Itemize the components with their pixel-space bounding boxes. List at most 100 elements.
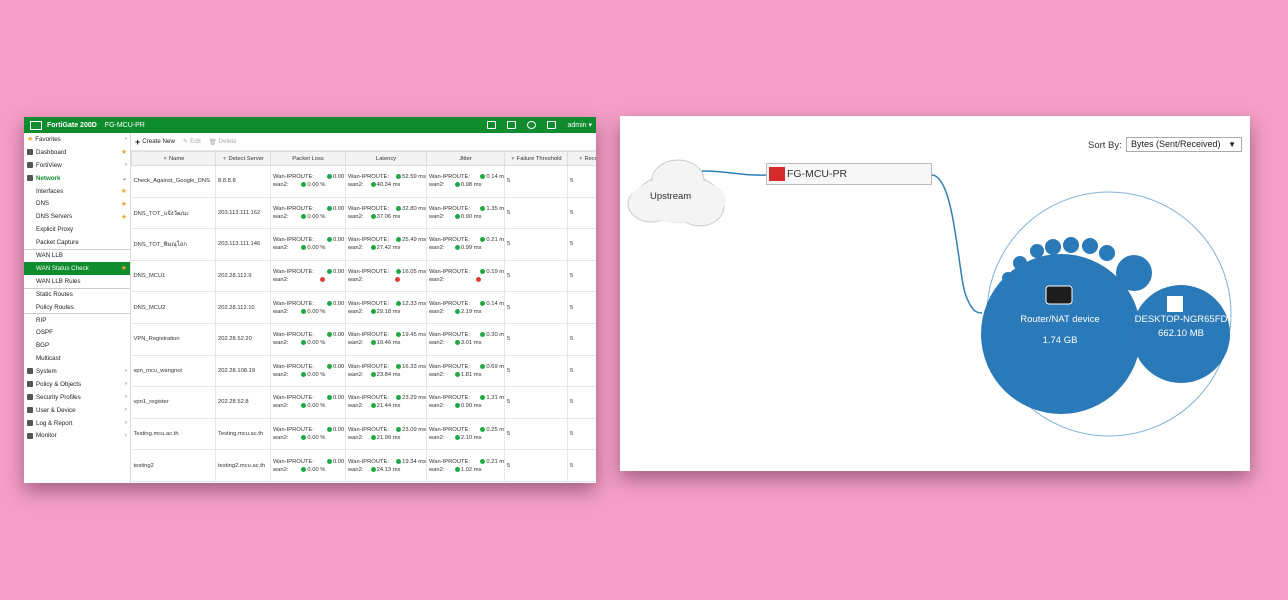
sidebar-item-policy-routes[interactable]: Policy Routes: [24, 301, 130, 314]
create-new-button[interactable]: + Create New: [135, 137, 175, 147]
small-bubble[interactable]: [996, 286, 1004, 294]
table-row[interactable]: VPN_Registration 202.28.52.20 Wan-IPROUTE:…: [131, 323, 596, 356]
cell-loss: Wan-IPROUTE:0.00 %wan2:0.00 %: [270, 165, 346, 198]
sidebar-item-wan-llb-rules[interactable]: WAN LLB Rules: [24, 275, 130, 288]
table-row[interactable]: DNS_TOT_พิษณุโลก 203.113.111.146 Wan-IPROU…: [131, 228, 596, 261]
column-header[interactable]: ▼ Recov: [567, 151, 596, 166]
column-header[interactable]: ▼ Detect Server: [215, 151, 271, 166]
status-up-icon: [326, 458, 332, 464]
metric-text: 3.01 ms: [460, 340, 482, 347]
small-bubble[interactable]: [1030, 244, 1044, 258]
favorite-star-icon[interactable]: ★: [121, 213, 127, 221]
metric-value: 0.21 ms: [470, 458, 504, 466]
cell-failure: 5: [504, 197, 568, 230]
table-row[interactable]: testing2 testing2.mcu.ac.th Wan-IPROUTE: 0.…: [131, 449, 596, 482]
gear-icon: [27, 368, 33, 375]
table-row[interactable]: vpn_mcu_wangnoi 202.28.108.19 Wan-IPROUTE:…: [131, 355, 596, 388]
sidebar-item-static-routes[interactable]: Static Routes: [24, 287, 130, 301]
table-row[interactable]: DNS_TOT_แจ้งวัฒนะ 203.113.111.162 Wan-IPRO…: [131, 197, 596, 230]
metric-value: 0.00 %: [288, 466, 325, 474]
wan-label: wan2:: [273, 371, 289, 378]
sidebar-item-policy-objects[interactable]: Policy & Objects ›: [24, 378, 130, 391]
status-up-icon: [454, 182, 460, 188]
column-header[interactable]: Jitter: [426, 151, 505, 166]
metric-value: 21.44 ms: [363, 402, 400, 410]
column-header[interactable]: ▼ Failure Threshold: [504, 151, 568, 166]
sidebar-item-packet-capture[interactable]: Packet Capture: [24, 236, 130, 249]
table-body: Check_Against_Google_DNS 8.8.8.8 Wan-IPROU…: [131, 165, 596, 482]
cell-loss: Wan-IPROUTE:0.00 %wan2:0.00 %: [270, 418, 346, 451]
table-row[interactable]: Testing.mcu.ac.th Testing.mcu.ac.th Wan-IP…: [131, 418, 596, 451]
metric-text: 25.49 ms: [402, 237, 427, 244]
status-up-icon: [396, 205, 402, 211]
metric-value: 0.00 %: [288, 371, 325, 379]
status-up-icon: [396, 332, 402, 338]
wan-label: wan2:: [348, 245, 364, 252]
sidebar-item-system[interactable]: System ›: [24, 365, 130, 378]
chevron-right-icon: ›: [125, 381, 127, 388]
favorite-star-icon[interactable]: ★: [121, 187, 127, 195]
sidebar-item-dns[interactable]: DNS ★: [24, 197, 130, 210]
wan-label: Wan-IPROUTE:: [348, 332, 390, 339]
sidebar-item-dns-servers[interactable]: DNS Servers ★: [24, 210, 130, 223]
metric-value: 2.10 ms: [444, 434, 481, 442]
sidebar-item-fortiview[interactable]: FortiView ›: [24, 159, 130, 172]
sidebar-item-security-profiles[interactable]: Security Profiles ›: [24, 391, 130, 404]
wan-label: Wan-IPROUTE:: [429, 427, 471, 434]
column-header[interactable]: Packet Loss: [270, 151, 346, 166]
fortigate-device-node[interactable]: FG-MCU-PR: [766, 163, 932, 185]
small-bubble[interactable]: [1116, 255, 1152, 291]
favorite-star-icon[interactable]: ★: [121, 200, 127, 208]
metric-value: 23.29 ms: [389, 394, 426, 402]
table-row[interactable]: DNS_MCU1202.28.112.9Wan-IPROUTE:0.00 %wa…: [131, 260, 596, 293]
sidebar-item-monitor[interactable]: Monitor ›: [24, 429, 130, 442]
small-bubble[interactable]: [1013, 256, 1027, 270]
metric-line: Wan-IPROUTE: 23.29 ms: [348, 394, 426, 402]
small-bubble[interactable]: [1002, 272, 1014, 284]
metric-value: 1.35 ms: [470, 205, 504, 213]
sidebar-item-network[interactable]: Network ⌄: [24, 172, 130, 185]
status-up-icon: [326, 332, 332, 338]
help-icon[interactable]: [527, 121, 537, 129]
small-bubble[interactable]: [1045, 239, 1061, 255]
delete-button[interactable]: 🗑 Delete: [209, 138, 237, 146]
sidebar-item-rip[interactable]: RIP: [24, 313, 130, 326]
column-header[interactable]: ▼ Name: [131, 151, 216, 166]
metric-text: 29.18 ms: [376, 308, 401, 315]
fortigate-wan-status-panel: FortiGate 200D FG-MCU-PR admin ▾ ★ Favori…: [24, 117, 596, 483]
cli-console-icon[interactable]: [487, 121, 497, 129]
table-row[interactable]: DNS_MCU2202.28.112.10Wan-IPROUTE:0.00 %w…: [131, 291, 596, 324]
small-bubble[interactable]: [1099, 245, 1115, 261]
cell-name: vpn1_register: [131, 386, 216, 419]
sidebar-item-wan-status-check[interactable]: WAN Status Check ★: [24, 261, 130, 275]
small-bubble[interactable]: [1063, 237, 1079, 253]
sidebar-item-log-report[interactable]: Log & Report ›: [24, 417, 130, 430]
metric-value: 0.98 ms: [444, 181, 481, 189]
column-header[interactable]: Latency: [345, 151, 427, 166]
table-row[interactable]: vpn1_register 202.28.52.8 Wan-IPROUTE: 0.00…: [131, 386, 596, 419]
edit-button[interactable]: ✎ Edit: [183, 138, 201, 145]
user-menu[interactable]: admin ▾: [567, 121, 592, 129]
favorite-star-icon[interactable]: ★: [121, 264, 127, 272]
status-up-icon: [301, 213, 307, 219]
sidebar-item-interfaces[interactable]: Interfaces ★: [24, 185, 130, 198]
sidebar-item-multicast[interactable]: Multicast: [24, 352, 130, 365]
sidebar-item-wan-llb[interactable]: WAN LLB: [24, 249, 130, 262]
monitor-icon: [27, 432, 33, 439]
sidebar: ★ Favorites › Dashboard ★ FortiView › Network ⌄ I…: [24, 133, 131, 483]
table-row[interactable]: Check_Against_Google_DNS 8.8.8.8 Wan-IPROU…: [131, 165, 596, 198]
cell-lat: Wan-IPROUTE: 19.45 ms wan2: 19.46 ms: [345, 323, 427, 356]
sidebar-item-ospf[interactable]: OSPF: [24, 326, 130, 339]
favorite-star-icon[interactable]: ★: [121, 148, 127, 156]
sidebar-item-label: WAN Status Check: [36, 264, 89, 272]
sidebar-item-explicit-proxy[interactable]: Explicit Proxy: [24, 223, 130, 236]
sidebar-item-user-device[interactable]: User & Device ›: [24, 404, 130, 417]
sidebar-item-dashboard[interactable]: Dashboard ★: [24, 146, 130, 159]
sidebar-item-bgp[interactable]: BGP: [24, 339, 130, 352]
metric-line: Wan-IPROUTE: 0.00 %: [273, 173, 345, 181]
small-bubble[interactable]: [1082, 238, 1098, 254]
fullscreen-icon[interactable]: [547, 121, 557, 129]
terminal-icon[interactable]: [507, 121, 517, 129]
cell-recovery: 5: [567, 323, 596, 356]
sidebar-item-favorites[interactable]: ★ Favorites ›: [24, 133, 130, 146]
